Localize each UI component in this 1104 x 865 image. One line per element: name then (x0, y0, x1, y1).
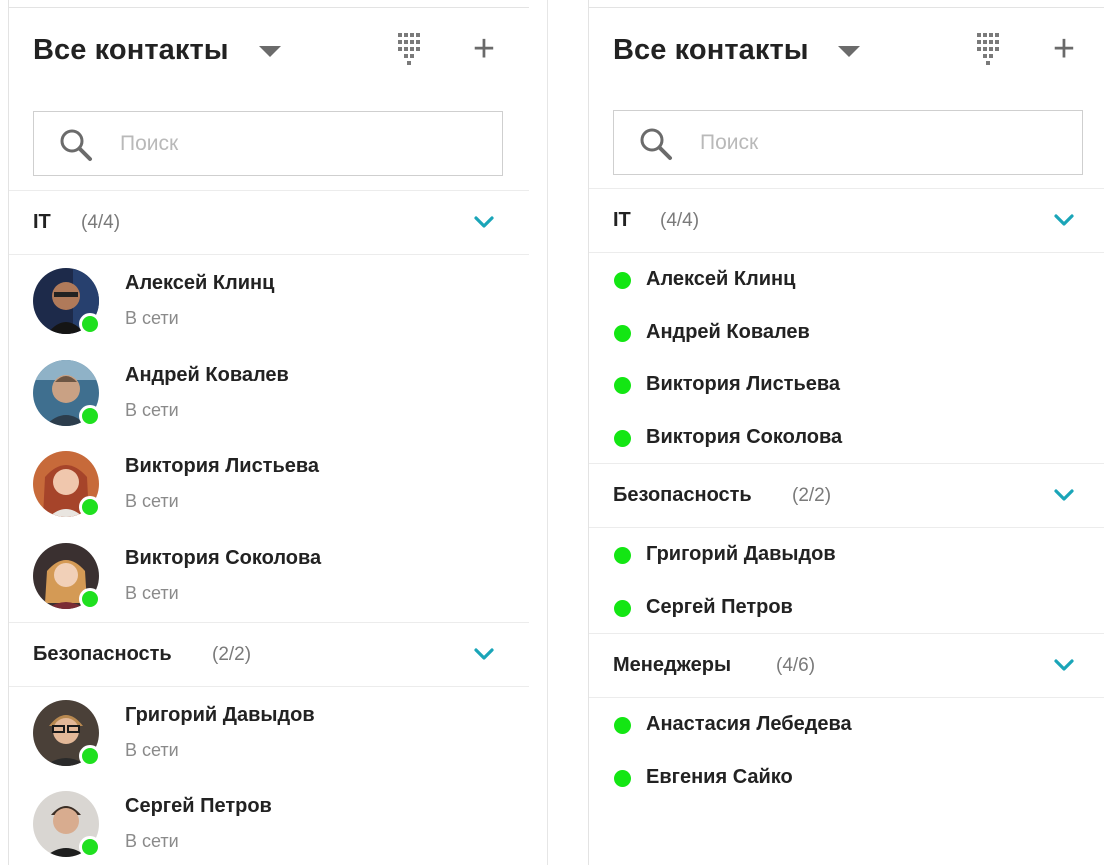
top-divider (589, 7, 1104, 8)
contact-name: Виктория Соколова (125, 547, 322, 569)
online-status-dot (79, 496, 101, 518)
add-contact-button[interactable]: + (469, 30, 499, 68)
group-header-it[interactable]: IT (4/4) (589, 188, 1104, 253)
group-header-managers[interactable]: Менеджеры (4/6) (589, 633, 1104, 698)
search-placeholder: Поиск (120, 132, 179, 155)
contact-item[interactable]: Андрей Ковалев (589, 312, 1104, 352)
contact-item[interactable]: Григорий Давыдов (589, 534, 1104, 574)
panel-title[interactable]: Все контакты (33, 34, 229, 67)
contact-status: В сети (125, 740, 179, 760)
online-status-dot (614, 547, 631, 564)
contacts-panel-detailed: Все контакты + Поиск IT (4/4) Алексей Кл… (8, 0, 529, 865)
panel-header: Все контакты + (33, 30, 529, 76)
contact-status: В сети (125, 308, 179, 328)
contact-status: В сети (125, 491, 179, 511)
contact-item[interactable]: Виктория Соколова В сети (9, 543, 529, 627)
contact-name: Сергей Петров (125, 795, 272, 817)
contact-item[interactable]: Виктория Соколова (589, 417, 1104, 457)
contact-item[interactable]: Григорий Давыдов В сети (9, 700, 529, 784)
chevron-down-icon[interactable] (1053, 657, 1075, 673)
online-status-dot (79, 405, 101, 427)
chevron-down-icon[interactable] (1053, 212, 1075, 228)
group-count: (2/2) (212, 644, 252, 665)
search-icon (640, 128, 672, 160)
group-header-security[interactable]: Безопасность (2/2) (9, 622, 529, 687)
top-divider (9, 7, 529, 8)
contact-item[interactable]: Андрей Ковалев В сети (9, 360, 529, 444)
group-header-it[interactable]: IT (4/4) (9, 190, 529, 255)
search-field[interactable]: Поиск (613, 110, 1083, 175)
online-status-dot (614, 377, 631, 394)
contact-name: Григорий Давыдов (646, 543, 836, 565)
contact-item[interactable]: Виктория Листьева В сети (9, 451, 529, 535)
dialpad-icon[interactable] (976, 32, 1002, 66)
contact-name: Алексей Клинц (125, 272, 275, 294)
contact-name: Евгения Сайко (646, 766, 793, 788)
online-status-dot (614, 600, 631, 617)
contact-item[interactable]: Сергей Петров (589, 587, 1104, 627)
group-header-security[interactable]: Безопасность (2/2) (589, 463, 1104, 528)
online-status-dot (614, 770, 631, 787)
search-field[interactable]: Поиск (33, 111, 503, 176)
online-status-dot (79, 313, 101, 335)
group-count: (4/4) (81, 212, 121, 233)
add-contact-button[interactable]: + (1049, 30, 1079, 68)
dialpad-icon[interactable] (397, 32, 423, 66)
search-icon (60, 129, 92, 161)
online-status-dot (79, 836, 101, 858)
group-name: Безопасность (33, 643, 172, 665)
contact-name: Виктория Листьева (646, 373, 841, 395)
group-name: IT (613, 209, 631, 231)
triangle-down-icon[interactable] (259, 46, 281, 57)
group-name: Менеджеры (613, 654, 732, 676)
contact-name: Андрей Ковалев (125, 364, 289, 386)
contact-name: Григорий Давыдов (125, 704, 315, 726)
group-name: IT (33, 211, 51, 233)
group-count: (4/4) (660, 210, 700, 231)
chevron-down-icon[interactable] (1053, 487, 1075, 503)
online-status-dot (614, 430, 631, 447)
online-status-dot (79, 745, 101, 767)
contact-item[interactable]: Сергей Петров В сети (9, 791, 529, 865)
chevron-down-icon[interactable] (473, 214, 495, 230)
contact-status: В сети (125, 831, 179, 851)
contact-name: Анастасия Лебедева (646, 713, 852, 735)
triangle-down-icon[interactable] (838, 46, 860, 57)
search-placeholder: Поиск (700, 131, 759, 154)
panel-separator (547, 0, 548, 865)
contacts-panel-compact: Все контакты + Поиск IT (4/4) Алексей Кл… (588, 0, 1104, 865)
group-name: Безопасность (613, 484, 752, 506)
contact-item[interactable]: Анастасия Лебедева (589, 704, 1104, 744)
panel-title[interactable]: Все контакты (613, 34, 809, 67)
contact-status: В сети (125, 400, 179, 420)
contact-item[interactable]: Алексей Клинц В сети (9, 268, 529, 352)
group-count: (2/2) (792, 485, 832, 506)
panel-header: Все контакты + (613, 30, 1104, 76)
contact-name: Андрей Ковалев (646, 321, 810, 343)
chevron-down-icon[interactable] (473, 646, 495, 662)
contact-item[interactable]: Алексей Клинц (589, 259, 1104, 299)
online-status-dot (614, 717, 631, 734)
contact-item[interactable]: Виктория Листьева (589, 364, 1104, 404)
online-status-dot (79, 588, 101, 610)
group-count: (4/6) (776, 655, 816, 676)
contact-name: Виктория Соколова (646, 426, 843, 448)
contact-name: Виктория Листьева (125, 455, 320, 477)
contact-item[interactable]: Евгения Сайко (589, 757, 1104, 797)
online-status-dot (614, 325, 631, 342)
online-status-dot (614, 272, 631, 289)
contact-name: Сергей Петров (646, 596, 793, 618)
contact-name: Алексей Клинц (646, 268, 796, 290)
contact-status: В сети (125, 583, 179, 603)
